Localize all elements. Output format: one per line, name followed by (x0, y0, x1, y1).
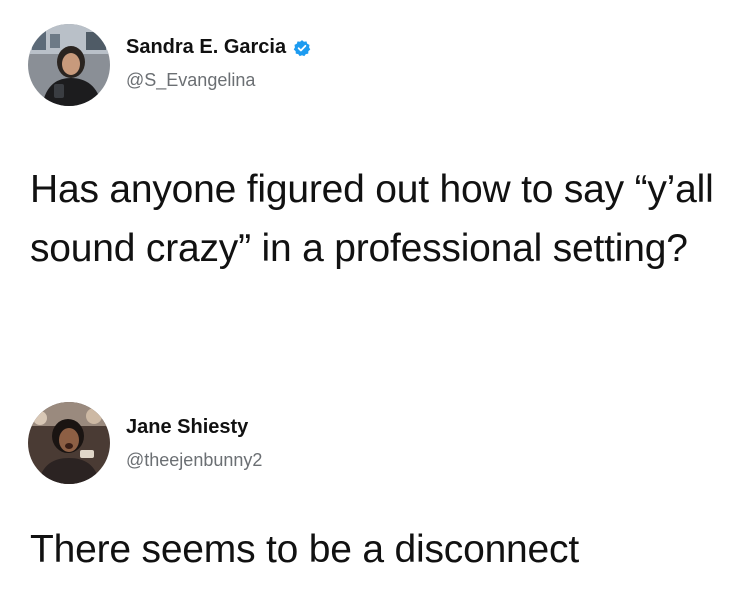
tweet-text: There seems to be a disconnect (30, 528, 579, 571)
display-name[interactable]: Sandra E. Garcia (126, 36, 286, 59)
handle[interactable]: @S_Evangelina (126, 70, 255, 91)
profile-photo-icon (28, 24, 110, 106)
profile-photo-icon (28, 402, 110, 484)
avatar[interactable] (28, 402, 110, 484)
handle[interactable]: @theejenbunny2 (126, 450, 262, 471)
display-name[interactable]: Jane Shiesty (126, 416, 248, 439)
author-name-row: Jane Shiesty (126, 416, 248, 439)
author-name-row: Sandra E. Garcia (126, 36, 311, 59)
tweet-text: Has anyone figured out how to say “y’all… (30, 168, 714, 270)
avatar[interactable] (28, 24, 110, 106)
verified-badge-icon (293, 39, 311, 57)
